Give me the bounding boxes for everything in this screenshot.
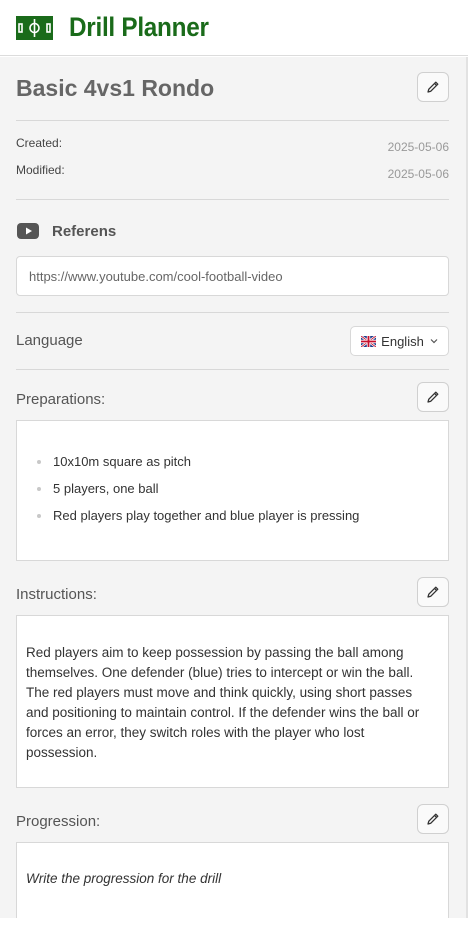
- list-item-text: Red players play together and blue playe…: [53, 508, 360, 523]
- created-date: 2025-05-06: [387, 140, 449, 154]
- bullet-dot: [37, 487, 41, 491]
- preparations-label: Preparations:: [16, 391, 106, 408]
- pencil-icon: [427, 391, 439, 403]
- progression-label: Progression:: [16, 813, 101, 830]
- bullet-dot: [37, 460, 41, 464]
- app-title: Drill Planner: [69, 12, 209, 42]
- youtube-icon: [17, 223, 39, 239]
- referens-label: Referens: [52, 223, 117, 240]
- drill-detail-panel: Basic 4vs1 Rondo Created: 2025-05-06 Mod…: [0, 57, 466, 918]
- progression-box: Write the progression for the drill: [16, 842, 449, 918]
- edit-preparations-button[interactable]: [417, 382, 449, 412]
- football-pitch-icon: [16, 15, 53, 40]
- edit-title-button[interactable]: [417, 72, 449, 102]
- language-selected-value: English: [381, 333, 424, 349]
- drill-title: Basic 4vs1 Rondo: [16, 75, 215, 101]
- pencil-icon: [427, 813, 439, 825]
- edit-progression-button[interactable]: [417, 804, 449, 834]
- list-item: Red players play together and blue playe…: [37, 506, 448, 533]
- pencil-icon: [427, 586, 439, 598]
- list-item-text: 10x10m square as pitch: [53, 454, 192, 469]
- preparations-box: 10x10m square as pitch 5 players, one ba…: [16, 420, 449, 561]
- divider: [16, 312, 449, 313]
- language-label: Language: [16, 332, 83, 349]
- edit-instructions-button[interactable]: [417, 577, 449, 607]
- bullet-dot: [37, 514, 41, 518]
- uk-flag-icon: [361, 335, 377, 347]
- preparations-list: 10x10m square as pitch 5 players, one ba…: [17, 421, 448, 533]
- created-label: Created:: [16, 136, 63, 150]
- divider: [16, 369, 449, 370]
- bottom-strip: [0, 918, 468, 928]
- modified-date: 2025-05-06: [387, 167, 449, 181]
- app-header: Drill Planner: [0, 0, 468, 56]
- list-item: 10x10m square as pitch: [37, 452, 448, 479]
- modified-label: Modified:: [16, 163, 65, 177]
- pencil-icon: [427, 81, 439, 93]
- chevron-down-icon: [430, 339, 438, 344]
- language-select[interactable]: English: [350, 326, 449, 356]
- instructions-text: Red players aim to keep possession by pa…: [26, 645, 420, 760]
- progression-placeholder: Write the progression for the drill: [26, 871, 222, 886]
- instructions-label: Instructions:: [16, 586, 97, 603]
- divider: [16, 120, 449, 121]
- list-item-text: 5 players, one ball: [53, 481, 159, 496]
- reference-url-input[interactable]: [16, 256, 449, 296]
- instructions-box: Red players aim to keep possession by pa…: [16, 615, 449, 788]
- divider: [16, 199, 449, 200]
- list-item: 5 players, one ball: [37, 479, 448, 506]
